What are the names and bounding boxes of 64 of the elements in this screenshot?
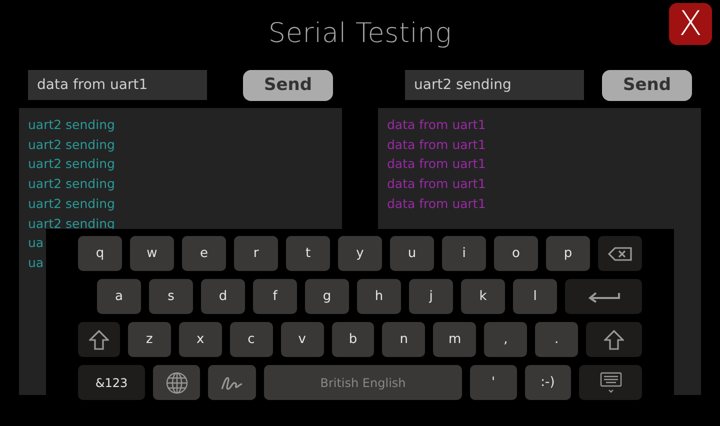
keyboard-key[interactable]: x: [178, 322, 222, 357]
symbols-key[interactable]: &123: [78, 365, 145, 400]
keyboard-key[interactable]: y: [338, 236, 382, 271]
keyboard-key[interactable]: ,: [484, 322, 528, 357]
log-line: uart2 sending: [28, 214, 115, 233]
keyboard-key[interactable]: n: [382, 322, 426, 357]
send-button[interactable]: Send: [243, 70, 333, 100]
keyboard-key[interactable]: d: [201, 279, 245, 314]
handwriting-key[interactable]: [208, 365, 256, 400]
backspace-icon: [608, 246, 632, 260]
keyboard-key[interactable]: m: [433, 322, 476, 357]
log-line: data from uart1: [387, 194, 486, 213]
keyboard-key[interactable]: b: [332, 322, 374, 357]
keyboard-key[interactable]: g: [305, 279, 349, 314]
keyboard-key[interactable]: s: [149, 279, 193, 314]
enter-key[interactable]: [565, 279, 642, 314]
keyboard-key[interactable]: z: [128, 322, 171, 357]
keyboard-key[interactable]: r: [234, 236, 278, 271]
language-key[interactable]: [153, 365, 200, 400]
log-line: uart2 sending: [28, 194, 115, 213]
keyboard-key[interactable]: q: [78, 236, 122, 271]
log-line: uart2 sending: [28, 116, 115, 134]
message-field[interactable]: data from uart1: [28, 70, 207, 100]
globe-icon: [166, 372, 188, 394]
enter-icon: [588, 290, 620, 302]
keyboard-key[interactable]: e: [182, 236, 226, 271]
log-line: data from uart1: [387, 175, 486, 194]
shift-key[interactable]: [586, 322, 642, 357]
window-title: Serial Testing: [268, 18, 452, 48]
keyboard-key[interactable]: k: [461, 279, 505, 314]
keyboard-key[interactable]: w: [130, 236, 174, 271]
shift-key[interactable]: [78, 322, 120, 357]
log-line: data from uart1: [387, 155, 486, 174]
keyboard-key[interactable]: p: [546, 236, 590, 271]
keyboard-hide-icon: [598, 372, 622, 394]
shift-icon: [89, 330, 109, 350]
log-line: uart2 sending: [28, 175, 115, 194]
shift-icon: [604, 330, 624, 350]
keyboard-key[interactable]: .: [535, 322, 578, 357]
log-line: data from uart1: [387, 136, 486, 154]
backspace-key[interactable]: [598, 236, 642, 271]
log-line: uart2 sending: [28, 136, 115, 154]
handwriting-icon: [220, 374, 244, 390]
keyboard-key[interactable]: ': [470, 365, 516, 400]
keyboard-key[interactable]: :-): [524, 365, 571, 400]
keyboard-key[interactable]: h: [357, 279, 401, 314]
keyboard-key[interactable]: t: [286, 236, 330, 271]
send-button[interactable]: Send: [602, 70, 692, 100]
keyboard-key[interactable]: u: [390, 236, 434, 271]
keyboard-key[interactable]: l: [513, 279, 557, 314]
message-field[interactable]: uart2 sending: [405, 70, 584, 100]
keyboard-key[interactable]: j: [409, 279, 453, 314]
keyboard-key[interactable]: c: [230, 322, 273, 357]
close-button[interactable]: X: [669, 3, 712, 45]
log-line: ua: [28, 254, 44, 272]
hide-keyboard-key[interactable]: [579, 365, 642, 400]
log-line: data from uart1: [387, 116, 486, 134]
keyboard-key[interactable]: v: [280, 322, 324, 357]
log-line: ua: [28, 234, 44, 252]
keyboard-key[interactable]: a: [97, 279, 141, 314]
keyboard-key[interactable]: i: [442, 236, 486, 271]
keyboard-key[interactable]: f: [253, 279, 297, 314]
keyboard-key[interactable]: o: [494, 236, 538, 271]
log-line: uart2 sending: [28, 155, 115, 174]
